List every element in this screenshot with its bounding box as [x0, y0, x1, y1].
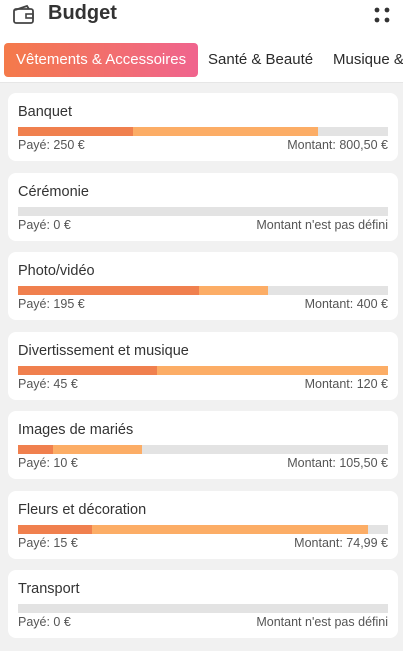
item-name: Images de mariés [18, 422, 134, 438]
category-tabs: Vêtements & Accessoires Santé & Beauté M… [0, 32, 403, 83]
paid-label: Payé: 250 € [18, 138, 85, 152]
amount-label: Montant n'est pas défini [256, 615, 388, 629]
paid-fill [18, 127, 133, 136]
item-name: Cérémonie [18, 183, 89, 200]
tab-musique[interactable]: Musique & [321, 43, 403, 77]
paid-fill [18, 365, 157, 375]
progress-bar [18, 445, 388, 454]
progress-bar [18, 206, 388, 216]
amount-label: Montant: 800,50 € [287, 138, 388, 152]
grid-dots-icon[interactable] [371, 4, 393, 26]
budget-item[interactable]: Fleurs et décoration Payé: 15 € Montant:… [8, 490, 398, 559]
page-title: Budget [48, 2, 117, 24]
tab-sante-beaute[interactable]: Santé & Beauté [196, 43, 325, 77]
item-name: Photo/vidéo [18, 263, 95, 279]
paid-label: Payé: 0 € [18, 615, 71, 629]
paid-label: Payé: 45 € [18, 376, 78, 391]
paid-fill [18, 524, 92, 534]
budget-item[interactable]: Transport Payé: 0 € Montant n'est pas dé… [8, 570, 398, 638]
progress-bar [18, 286, 388, 295]
item-name: Fleurs et décoration [18, 501, 147, 518]
paid-label: Payé: 0 € [18, 217, 71, 232]
item-name: Transport [18, 581, 80, 597]
budget-item[interactable]: Banquet Payé: 250 € Montant: 800,50 € [8, 93, 398, 161]
paid-fill [18, 286, 200, 295]
budget-item[interactable]: Divertissement et musique Payé: 45 € Mon… [8, 331, 398, 400]
wallet-icon[interactable] [12, 4, 36, 26]
paid-label: Payé: 10 € [18, 456, 78, 470]
progress-bar [18, 365, 388, 375]
paid-fill [18, 445, 54, 454]
budget-item[interactable]: Photo/vidéo Payé: 195 € Montant: 400 € [8, 252, 398, 320]
progress-bar [18, 524, 388, 534]
amount-label: Montant: 400 € [304, 297, 388, 311]
progress-bar [18, 127, 388, 136]
item-name: Banquet [18, 104, 73, 120]
item-name: Divertissement et musique [18, 342, 189, 359]
budget-item[interactable]: Images de mariés Payé: 10 € Montant: 105… [8, 411, 398, 479]
budget-item[interactable]: Cérémonie Payé: 0 € Montant n'est pas dé… [8, 172, 398, 241]
amount-label: Montant: 105,50 € [287, 456, 388, 470]
amount-label: Montant n'est pas défini [256, 217, 388, 232]
progress-bar [18, 604, 388, 613]
paid-label: Payé: 195 € [18, 297, 85, 311]
amount-label: Montant: 120 € [304, 376, 388, 391]
tab-vetements-accessoires[interactable]: Vêtements & Accessoires [4, 43, 199, 77]
amount-label: Montant: 74,99 € [294, 535, 388, 550]
app-bar: Budget [0, 0, 403, 32]
paid-label: Payé: 15 € [18, 535, 78, 550]
